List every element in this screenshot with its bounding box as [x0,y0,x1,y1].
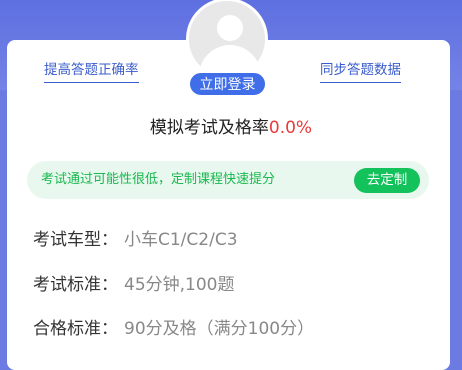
pass-rate-value: 0.0% [268,118,313,138]
info-row-pass-standard: 合格标准： 90分及格（满分100分） [33,318,314,340]
improve-accuracy-link[interactable]: 提高答题正确率 [44,62,139,83]
info-row-vehicle-type: 考试车型： 小车C1/C2/C3 [33,229,238,251]
info-label: 考试标准： [33,275,118,295]
info-value: 小车C1/C2/C3 [124,230,238,250]
sync-answer-data-link[interactable]: 同步答题数据 [320,62,401,83]
pass-rate-line: 模拟考试及格率0.0% [0,117,462,139]
login-button[interactable]: 立即登录 [189,72,266,96]
customize-course-banner: 考试通过可能性很低，定制课程快速提分 去定制 [27,161,429,199]
info-row-exam-standard: 考试标准： 45分钟,100题 [33,274,234,296]
info-label: 考试车型： [33,230,118,250]
info-value: 90分及格（满分100分） [124,319,315,339]
pass-rate-label: 模拟考试及格率 [149,118,269,138]
default-user-avatar-icon[interactable] [186,0,268,80]
banner-text: 考试通过可能性很低，定制课程快速提分 [41,172,276,187]
avatar-head-shape [217,15,243,41]
customize-button[interactable]: 去定制 [354,168,420,193]
info-label: 合格标准： [33,319,118,339]
info-value: 45分钟,100题 [124,275,235,295]
